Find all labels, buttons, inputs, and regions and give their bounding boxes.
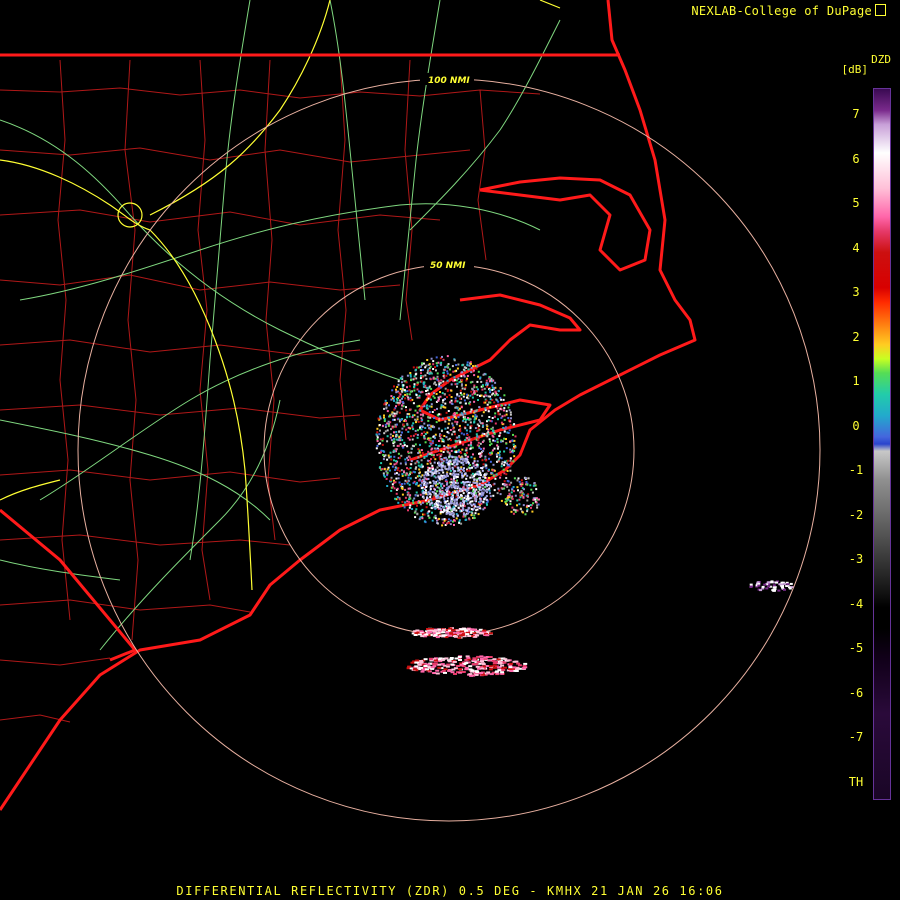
logo-icon — [875, 4, 886, 16]
range-ring-label-50: 50 NMI — [430, 261, 466, 271]
colorbar-tick: -6 — [848, 685, 864, 700]
colorbar-tick: 0 — [852, 418, 860, 433]
range-ring-label-100: 100 NMI — [428, 76, 470, 86]
colorbar-tick: 4 — [852, 240, 860, 255]
credit-text: NEXLAB-College of DuPage — [691, 4, 886, 18]
colorbar-tick: -2 — [848, 507, 864, 522]
radar-echoes — [375, 355, 794, 677]
colorbar-product: DZD — [871, 53, 891, 66]
highways — [0, 0, 561, 651]
radar-map: 50 NMI 100 NMI — [0, 0, 821, 822]
colorbar-tick: 1 — [852, 374, 860, 388]
colorbar-tick: -7 — [848, 730, 864, 744]
colorbar-tick: -4 — [848, 596, 864, 611]
colorbar-unit: [dB] — [841, 63, 869, 76]
colorbar-tick: 2 — [852, 329, 860, 344]
county-borders — [0, 59, 541, 723]
colorbar-tick: -1 — [848, 463, 864, 477]
colorbar-tick: 5 — [852, 196, 860, 210]
state-borders — [0, 53, 620, 662]
colorbar-tick: 6 — [852, 151, 860, 166]
colorbar-tick: 7 — [852, 107, 860, 121]
colorbar-tick: 3 — [852, 285, 860, 299]
colorbar-tick: TH — [848, 774, 864, 789]
colorbar-tick: -3 — [848, 552, 864, 566]
credit-label: NEXLAB-College of DuPage — [691, 4, 872, 18]
footer-caption: DIFFERENTIAL REFLECTIVITY (ZDR) 0.5 DEG … — [176, 884, 724, 898]
colorbar — [873, 88, 891, 800]
colorbar-tick: -5 — [848, 641, 864, 655]
